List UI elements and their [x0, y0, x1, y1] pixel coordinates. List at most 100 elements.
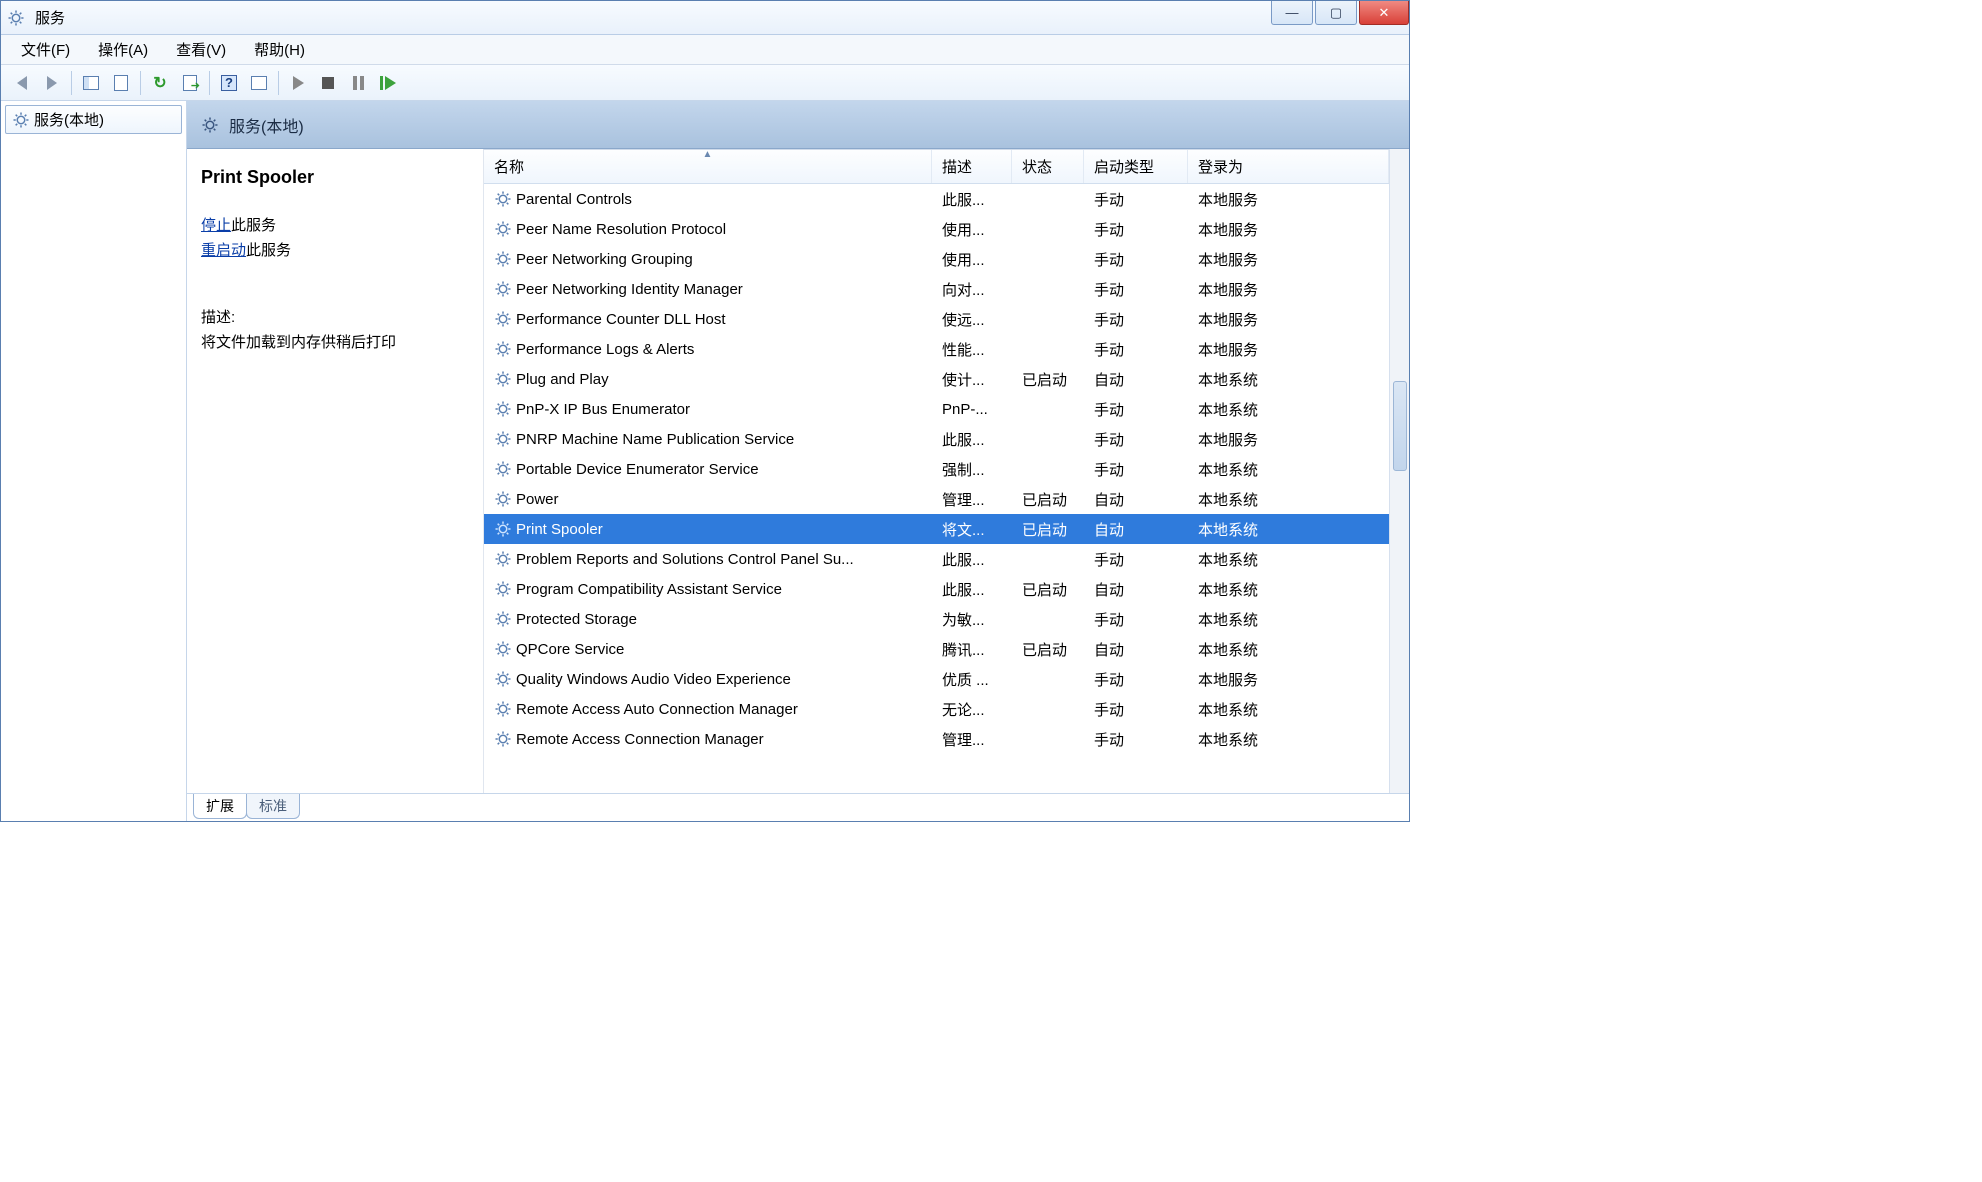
service-row[interactable]: Peer Networking Grouping使用...手动本地服务	[484, 244, 1389, 274]
restart-service-button[interactable]	[374, 69, 402, 97]
service-row[interactable]: Peer Networking Identity Manager向对...手动本…	[484, 274, 1389, 304]
service-name-text: Print Spooler	[516, 521, 603, 538]
menu-bar: 文件(F) 操作(A) 查看(V) 帮助(H)	[1, 35, 1409, 65]
service-startup-cell: 自动	[1084, 639, 1188, 660]
service-desc-cell: 管理...	[932, 489, 1012, 510]
service-row[interactable]: Peer Name Resolution Protocol使用...手动本地服务	[484, 214, 1389, 244]
gear-icon	[201, 116, 219, 134]
service-row[interactable]: PnP-X IP Bus EnumeratorPnP-...手动本地系统	[484, 394, 1389, 424]
gear-icon	[494, 250, 512, 268]
service-row[interactable]: Power管理...已启动自动本地系统	[484, 484, 1389, 514]
view-button[interactable]	[245, 69, 273, 97]
menu-help[interactable]: 帮助(H)	[240, 35, 319, 64]
service-status-cell: 已启动	[1012, 369, 1084, 390]
services-list: ▲ 名称 描述 状态 启动类型 登录为 Parental Controls此服.…	[483, 149, 1389, 793]
gear-icon	[494, 580, 512, 598]
arrow-right-icon	[47, 76, 57, 90]
close-button[interactable]: ✕	[1359, 1, 1409, 25]
service-name-text: PnP-X IP Bus Enumerator	[516, 401, 690, 418]
restart-service-link[interactable]: 重启动	[201, 242, 246, 259]
service-row[interactable]: QPCore Service腾讯...已启动自动本地系统	[484, 634, 1389, 664]
column-header-logon[interactable]: 登录为	[1188, 150, 1389, 183]
refresh-button[interactable]: ↻	[146, 69, 174, 97]
column-header-startup[interactable]: 启动类型	[1084, 150, 1188, 183]
service-name-text: Peer Networking Grouping	[516, 251, 693, 268]
nav-forward-button[interactable]	[38, 69, 66, 97]
properties-button[interactable]	[107, 69, 135, 97]
show-hide-tree-button[interactable]	[77, 69, 105, 97]
service-startup-cell: 手动	[1084, 249, 1188, 270]
service-row[interactable]: Remote Access Connection Manager管理...手动本…	[484, 724, 1389, 754]
service-logon-cell: 本地系统	[1188, 519, 1389, 540]
menu-file[interactable]: 文件(F)	[7, 35, 84, 64]
export-button[interactable]: ➔	[176, 69, 204, 97]
service-name-text: QPCore Service	[516, 641, 624, 658]
maximize-button[interactable]: ▢	[1315, 1, 1357, 25]
service-logon-cell: 本地服务	[1188, 279, 1389, 300]
service-name-cell: Peer Name Resolution Protocol	[484, 220, 932, 238]
service-row[interactable]: Program Compatibility Assistant Service此…	[484, 574, 1389, 604]
service-name-cell: Power	[484, 490, 932, 508]
column-header-name[interactable]: ▲ 名称	[484, 150, 932, 183]
service-name-text: Remote Access Auto Connection Manager	[516, 701, 798, 718]
column-header-status[interactable]: 状态	[1012, 150, 1084, 183]
service-name-text: Problem Reports and Solutions Control Pa…	[516, 551, 854, 568]
service-row[interactable]: Performance Counter DLL Host使远...手动本地服务	[484, 304, 1389, 334]
play-icon	[293, 76, 304, 90]
service-row[interactable]: Remote Access Auto Connection Manager无论.…	[484, 694, 1389, 724]
stop-service-line: 停止此服务	[201, 214, 469, 235]
tree-node-services-local[interactable]: 服务(本地)	[5, 105, 182, 134]
service-row[interactable]: Plug and Play使计...已启动自动本地系统	[484, 364, 1389, 394]
service-name-text: PNRP Machine Name Publication Service	[516, 431, 794, 448]
stop-service-button[interactable]	[314, 69, 342, 97]
pane-title: 服务(本地)	[229, 113, 304, 137]
gear-icon	[494, 190, 512, 208]
service-desc-cell: 为敏...	[932, 609, 1012, 630]
column-header-desc[interactable]: 描述	[932, 150, 1012, 183]
service-row[interactable]: Performance Logs & Alerts性能...手动本地服务	[484, 334, 1389, 364]
service-name-text: Protected Storage	[516, 611, 637, 628]
menu-view[interactable]: 查看(V)	[162, 35, 240, 64]
start-service-button[interactable]	[284, 69, 312, 97]
service-name-text: Performance Counter DLL Host	[516, 311, 726, 328]
service-row[interactable]: Protected Storage为敏...手动本地系统	[484, 604, 1389, 634]
pane-body: Print Spooler 停止此服务 重启动此服务 描述: 将文件加载到内存供…	[187, 149, 1409, 793]
service-desc-cell: 性能...	[932, 339, 1012, 360]
service-row[interactable]: Parental Controls此服...手动本地服务	[484, 184, 1389, 214]
pause-service-button[interactable]	[344, 69, 372, 97]
service-row[interactable]: Print Spooler将文...已启动自动本地系统	[484, 514, 1389, 544]
gear-icon	[494, 640, 512, 658]
service-name-cell: Parental Controls	[484, 190, 932, 208]
service-row[interactable]: PNRP Machine Name Publication Service此服.…	[484, 424, 1389, 454]
service-row[interactable]: Portable Device Enumerator Service强制...手…	[484, 454, 1389, 484]
service-row[interactable]: Problem Reports and Solutions Control Pa…	[484, 544, 1389, 574]
service-logon-cell: 本地服务	[1188, 249, 1389, 270]
description-text: 将文件加载到内存供稍后打印	[201, 331, 469, 355]
title-bar[interactable]: 服务 — ▢ ✕	[1, 1, 1409, 35]
gear-icon	[494, 220, 512, 238]
service-status-cell: 已启动	[1012, 639, 1084, 660]
stop-service-link[interactable]: 停止	[201, 217, 231, 234]
tab-extended[interactable]: 扩展	[193, 794, 247, 819]
service-desc-cell: 使远...	[932, 309, 1012, 330]
gear-icon	[494, 280, 512, 298]
toolbar: ↻ ➔ ?	[1, 65, 1409, 101]
service-name-cell: QPCore Service	[484, 640, 932, 658]
help-button[interactable]: ?	[215, 69, 243, 97]
service-startup-cell: 自动	[1084, 489, 1188, 510]
minimize-button[interactable]: —	[1271, 1, 1313, 25]
pane-header: 服务(本地)	[187, 101, 1409, 149]
menu-action[interactable]: 操作(A)	[84, 35, 162, 64]
arrow-left-icon	[17, 76, 27, 90]
scrollbar-thumb[interactable]	[1393, 381, 1407, 471]
gear-icon	[494, 310, 512, 328]
service-logon-cell: 本地系统	[1188, 609, 1389, 630]
nav-back-button[interactable]	[8, 69, 36, 97]
tab-standard[interactable]: 标准	[246, 794, 300, 819]
service-row[interactable]: Quality Windows Audio Video Experience优质…	[484, 664, 1389, 694]
service-name-text: Portable Device Enumerator Service	[516, 461, 759, 478]
service-startup-cell: 手动	[1084, 189, 1188, 210]
service-name-cell: Print Spooler	[484, 520, 932, 538]
list-body[interactable]: Parental Controls此服...手动本地服务Peer Name Re…	[484, 184, 1389, 793]
vertical-scrollbar[interactable]	[1389, 149, 1409, 793]
